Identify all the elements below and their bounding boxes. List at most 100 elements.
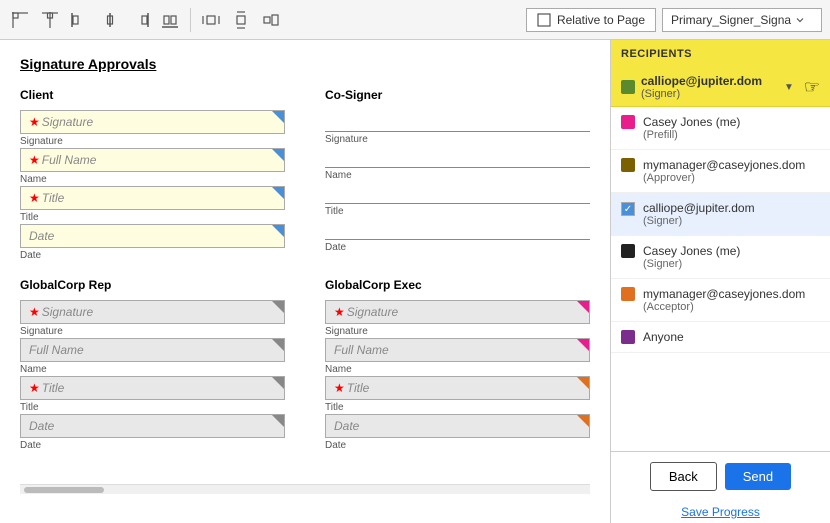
- gcorp-exec-signature-field[interactable]: ★ Signature: [325, 300, 590, 324]
- chevron-down-icon: ▼: [784, 82, 794, 93]
- recipient-name: Casey Jones (me): [643, 244, 740, 258]
- recipient-info: calliope@jupiter.dom (Signer): [643, 201, 755, 227]
- field-text-date: Date: [29, 419, 54, 433]
- gcorp-rep-title-label: Title: [20, 402, 285, 413]
- section-globalcorp-rep: GlobalCorp Rep ★ Signature Signature Ful…: [20, 278, 285, 452]
- recipient-info: mymanager@caseyjones.dom (Approver): [643, 158, 805, 184]
- gcorp-rep-title-field[interactable]: ★ Title: [20, 376, 285, 400]
- recipient-color-dot: [621, 330, 635, 344]
- toolbar: Relative to Page Primary_Signer_Signa: [0, 0, 830, 40]
- cosigner-title-label: Title: [325, 206, 590, 217]
- client-signature-field[interactable]: ★ Signature: [20, 110, 285, 134]
- signer-dropdown-button[interactable]: Primary_Signer_Signa: [662, 8, 822, 32]
- list-item[interactable]: mymanager@caseyjones.dom (Acceptor): [611, 279, 830, 322]
- align-tc-icon[interactable]: [38, 8, 62, 32]
- required-star: ★: [29, 191, 40, 205]
- recipient-checkbox[interactable]: ✓: [621, 202, 635, 216]
- relative-to-page-button[interactable]: Relative to Page: [526, 8, 656, 32]
- recipient-role: (Prefill): [643, 129, 740, 141]
- gcorp-rep-date-field[interactable]: Date: [20, 414, 285, 438]
- required-star: ★: [334, 381, 345, 395]
- list-item[interactable]: mymanager@caseyjones.dom (Approver): [611, 150, 830, 193]
- client-title-field[interactable]: ★ Title: [20, 186, 285, 210]
- recipients-selected[interactable]: calliope@jupiter.dom (Signer) ▼ ☞: [611, 68, 830, 107]
- field-corner: [272, 339, 284, 351]
- gcorp-rep-sig-label: Signature: [20, 326, 285, 337]
- cosigner-date-label: Date: [325, 242, 590, 253]
- gcorp-exec-title-field[interactable]: ★ Title: [325, 376, 590, 400]
- section-globalcorp-exec-title: GlobalCorp Exec: [325, 278, 590, 292]
- section-globalcorp-exec: GlobalCorp Exec ★ Signature Signature Fu…: [325, 278, 590, 452]
- dist-v-icon[interactable]: [229, 8, 253, 32]
- field-corner: [272, 187, 284, 199]
- field-text-date: Date: [29, 229, 54, 243]
- field-corner-pink: [577, 339, 589, 351]
- recipient-name: Casey Jones (me): [643, 115, 740, 129]
- toolbar-divider-1: [190, 8, 191, 32]
- field-text-signature: Signature: [42, 115, 93, 129]
- field-corner: [272, 377, 284, 389]
- client-date-field[interactable]: Date: [20, 224, 285, 248]
- cosigner-signature-field: [325, 110, 590, 132]
- field-corner-orange: [577, 415, 589, 427]
- recipient-info: mymanager@caseyjones.dom (Acceptor): [643, 287, 805, 313]
- field-text-sig: Signature: [42, 305, 93, 319]
- send-button[interactable]: Send: [725, 463, 791, 490]
- bottom-actions: Back Send: [611, 451, 830, 501]
- cursor-hand-icon: ☞: [804, 77, 820, 98]
- align-tl-icon[interactable]: [8, 8, 32, 32]
- gcorp-exec-fullname-field[interactable]: Full Name: [325, 338, 590, 362]
- field-corner: [272, 149, 284, 161]
- cosigner-date-field: [325, 218, 590, 240]
- align-bottom-icon[interactable]: [158, 8, 182, 32]
- list-item[interactable]: Casey Jones (me) (Prefill): [611, 107, 830, 150]
- selected-recipient-role: (Signer): [641, 88, 762, 100]
- recipient-color-dot: [621, 287, 635, 301]
- relative-to-page-label: Relative to Page: [557, 13, 645, 27]
- scroll-thumb[interactable]: [24, 487, 104, 493]
- recipients-header-label: RECIPIENTS: [621, 48, 692, 60]
- field-corner-pink: [577, 301, 589, 313]
- field-text-title: Title: [347, 381, 370, 395]
- selected-recipient-info: calliope@jupiter.dom (Signer): [641, 74, 762, 100]
- list-item[interactable]: ✓ calliope@jupiter.dom (Signer): [611, 193, 830, 236]
- cosigner-signature-label: Signature: [325, 134, 590, 145]
- recipient-name: calliope@jupiter.dom: [643, 201, 755, 215]
- cosigner-name-label: Name: [325, 170, 590, 181]
- selected-color-dot: [621, 80, 635, 94]
- field-corner: [272, 301, 284, 313]
- align-right-icon[interactable]: [128, 8, 152, 32]
- required-star: ★: [29, 305, 40, 319]
- cosigner-fullname-field: [325, 146, 590, 168]
- recipient-info: Casey Jones (me) (Prefill): [643, 115, 740, 141]
- align-left-icon[interactable]: [68, 8, 92, 32]
- client-name-label: Name: [20, 174, 285, 185]
- gcorp-rep-signature-field[interactable]: ★ Signature: [20, 300, 285, 324]
- align-center-icon[interactable]: [98, 8, 122, 32]
- gcorp-rep-fullname-field[interactable]: Full Name: [20, 338, 285, 362]
- required-star: ★: [334, 305, 345, 319]
- list-item[interactable]: Casey Jones (me) (Signer): [611, 236, 830, 279]
- back-button[interactable]: Back: [650, 462, 717, 491]
- required-star: ★: [29, 381, 40, 395]
- gcorp-exec-date-field[interactable]: Date: [325, 414, 590, 438]
- gcorp-exec-name-label: Name: [325, 364, 590, 375]
- signer-dropdown-label: Primary_Signer_Signa: [671, 13, 791, 27]
- resize-icon[interactable]: [259, 8, 283, 32]
- gcorp-exec-sig-label: Signature: [325, 326, 590, 337]
- gcorp-exec-date-label: Date: [325, 440, 590, 451]
- recipient-info: Anyone: [643, 330, 684, 344]
- recipient-role: (Signer): [643, 215, 755, 227]
- save-progress-link[interactable]: Save Progress: [611, 501, 830, 523]
- field-text-title: Title: [42, 381, 65, 395]
- horizontal-scrollbar[interactable]: [20, 484, 590, 494]
- document-area: Signature Approvals Client ★ Signature S…: [0, 40, 610, 523]
- field-corner: [272, 225, 284, 237]
- recipient-color-dot: [621, 158, 635, 172]
- dist-h-icon[interactable]: [199, 8, 223, 32]
- list-item[interactable]: Anyone: [611, 322, 830, 353]
- client-date-label: Date: [20, 250, 285, 261]
- client-fullname-field[interactable]: ★ Full Name: [20, 148, 285, 172]
- field-text-fn: Full Name: [29, 343, 84, 357]
- field-text-title: Title: [42, 191, 65, 205]
